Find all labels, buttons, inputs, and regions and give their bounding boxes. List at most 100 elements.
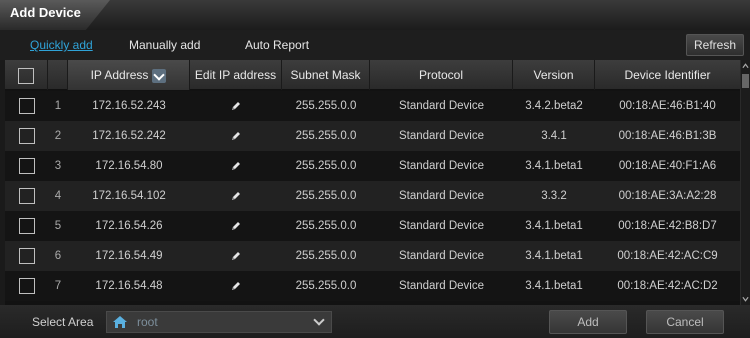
row-checkbox[interactable]: [18, 277, 35, 294]
pencil-icon[interactable]: [230, 130, 242, 142]
header-ip-label: IP Address: [90, 68, 149, 82]
ip-address-cell: 172.16.54.80: [95, 160, 163, 172]
row-checkbox-cell: [5, 211, 48, 241]
row-checkbox[interactable]: [18, 187, 35, 204]
version-cell: 3.4.1.beta1: [525, 160, 583, 172]
row-number: 7: [54, 280, 62, 292]
row-checkbox-cell: [5, 271, 48, 301]
row-checkbox-cell: [5, 241, 48, 271]
tab-auto-report[interactable]: Auto Report: [245, 38, 309, 52]
row-number: 6: [54, 250, 62, 262]
protocol-cell: Standard Device: [398, 190, 485, 202]
pencil-icon[interactable]: [230, 100, 242, 112]
subnet-mask-cell: 255.255.0.0: [295, 160, 357, 172]
table-row[interactable]: 2 172.16.52.242 255.255.0.0 Standard Device…: [5, 121, 740, 151]
edit-ip-cell: [190, 271, 282, 301]
add-button[interactable]: Add: [549, 310, 627, 334]
version-cell: 3.4.1: [541, 130, 567, 142]
version-cell: 3.4.1.beta1: [525, 250, 583, 262]
protocol-cell: Standard Device: [398, 220, 485, 232]
select-all-checkbox[interactable]: [18, 67, 34, 84]
device-identifier-cell: 00:18:AE:46:B1:40: [619, 100, 716, 112]
table-row[interactable]: 3 172.16.54.80 255.255.0.0 Standard Device 3…: [5, 151, 740, 181]
table-row[interactable]: 4 172.16.54.102 255.255.0.0 Standard Device…: [5, 181, 740, 211]
device-identifier-cell: 00:18:AE:3A:A2:28: [618, 190, 717, 202]
row-checkbox-cell: [5, 181, 48, 211]
edit-ip-cell: [190, 211, 282, 241]
chevron-down-icon[interactable]: [152, 68, 167, 83]
select-area-label: Select Area: [32, 315, 94, 329]
table-row[interactable]: 7 172.16.54.48 255.255.0.0 Standard Device 3…: [5, 271, 740, 301]
protocol-cell: Standard Device: [398, 100, 485, 112]
header-num-cell: [48, 60, 68, 90]
pencil-icon[interactable]: [230, 250, 242, 262]
subnet-mask-cell: 255.255.0.0: [295, 220, 357, 232]
protocol-cell: Standard Device: [398, 160, 485, 172]
device-identifier-cell: 00:18:AE:42:AC:D2: [617, 280, 718, 292]
header-checkbox-cell: [5, 60, 48, 90]
device-table: IP Address Edit IP address Subnet Mask P…: [5, 60, 740, 305]
ip-address-cell: 172.16.52.243: [92, 100, 166, 112]
edit-ip-cell: [190, 91, 282, 121]
row-number: 4: [54, 190, 62, 202]
subnet-mask-cell: 255.255.0.0: [295, 100, 357, 112]
version-cell: 3.4.2.beta2: [525, 100, 583, 112]
cancel-button[interactable]: Cancel: [646, 310, 724, 334]
table-row[interactable]: 6 172.16.54.49 255.255.0.0 Standard Device 3…: [5, 241, 740, 271]
pencil-icon[interactable]: [230, 160, 242, 172]
table-row[interactable]: 1 172.16.52.243 255.255.0.0 Standard Device…: [5, 91, 740, 121]
protocol-cell: Standard Device: [398, 250, 485, 262]
header-device-identifier: Device Identifier: [624, 68, 711, 82]
header-ip-address[interactable]: IP Address: [68, 60, 190, 90]
chevron-down-icon: [313, 314, 325, 326]
edit-ip-cell: [190, 151, 282, 181]
ip-address-cell: 172.16.54.48: [95, 280, 163, 292]
device-identifier-cell: 00:18:AE:42:B8:D7: [618, 220, 717, 232]
subnet-mask-cell: 255.255.0.0: [295, 250, 357, 262]
window-title: Add Device: [10, 5, 81, 20]
version-cell: 3.4.1.beta1: [525, 280, 583, 292]
table-row[interactable]: 5 172.16.54.26 255.255.0.0 Standard Device 3…: [5, 211, 740, 241]
protocol-cell: Standard Device: [398, 130, 485, 142]
row-checkbox[interactable]: [18, 247, 35, 264]
row-number: 5: [54, 220, 62, 232]
header-edit-ip: Edit IP address: [190, 60, 282, 90]
pencil-icon[interactable]: [230, 190, 242, 202]
header-protocol: Protocol: [370, 60, 513, 90]
subnet-mask-cell: 255.255.0.0: [295, 280, 357, 292]
pencil-icon[interactable]: [230, 220, 242, 232]
scroll-up-icon[interactable]: [742, 62, 749, 70]
ip-address-cell: 172.16.54.102: [92, 190, 166, 202]
subnet-mask-cell: 255.255.0.0: [295, 190, 357, 202]
row-checkbox[interactable]: [18, 217, 35, 234]
row-checkbox-cell: [5, 91, 48, 121]
pencil-icon[interactable]: [230, 280, 242, 292]
footer-bar: Select Area root Add Cancel: [0, 305, 750, 338]
edit-ip-cell: [190, 181, 282, 211]
scroll-down-icon[interactable]: [742, 295, 749, 303]
protocol-cell: Standard Device: [398, 280, 485, 292]
device-identifier-cell: 00:18:AE:42:AC:C9: [617, 250, 718, 262]
home-icon: [113, 316, 127, 328]
scroll-thumb[interactable]: [742, 74, 749, 88]
header-version: Version: [513, 60, 595, 90]
subnet-mask-cell: 255.255.0.0: [295, 130, 357, 142]
row-number: 1: [54, 100, 62, 112]
row-checkbox-cell: [5, 121, 48, 151]
row-number: 3: [54, 160, 62, 172]
row-number: 2: [54, 130, 62, 142]
vertical-scrollbar[interactable]: [740, 60, 750, 305]
tab-bar: Quickly add Manually add Auto Report Ref…: [0, 30, 750, 60]
area-select-value: root: [137, 315, 158, 329]
refresh-button[interactable]: Refresh: [686, 34, 744, 56]
row-checkbox[interactable]: [18, 97, 35, 114]
row-checkbox[interactable]: [18, 127, 35, 144]
tab-quickly-add[interactable]: Quickly add: [30, 38, 93, 52]
tab-manually-add[interactable]: Manually add: [129, 38, 200, 52]
ip-address-cell: 172.16.52.242: [92, 130, 166, 142]
version-cell: 3.4.1.beta1: [525, 220, 583, 232]
title-bar: Add Device: [0, 0, 750, 30]
device-identifier-cell: 00:18:AE:46:B1:3B: [618, 130, 717, 142]
row-checkbox[interactable]: [18, 157, 35, 174]
area-select[interactable]: root: [106, 311, 332, 333]
